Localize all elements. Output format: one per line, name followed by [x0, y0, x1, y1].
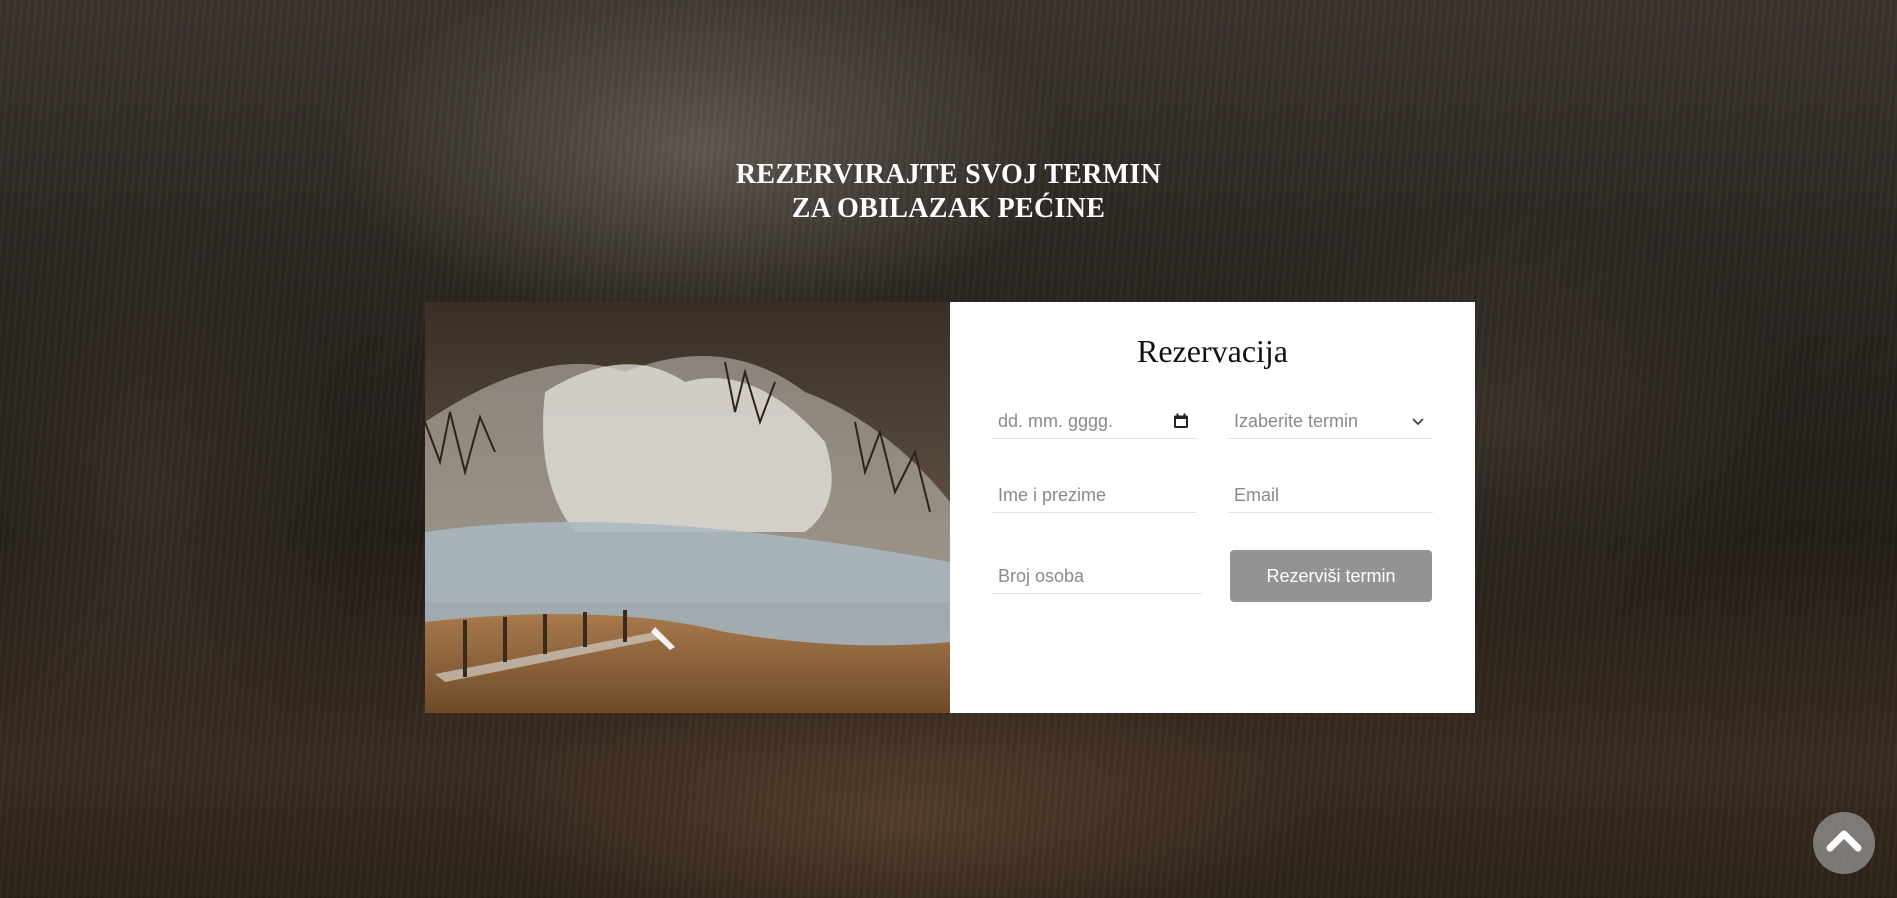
reservation-form: Rezervacija dd. mm. gggg. Izaberite term… [950, 302, 1475, 713]
persons-placeholder: Broj osoba [998, 566, 1085, 586]
name-input[interactable]: Ime i prezime [992, 477, 1197, 513]
page-background: REZERVIRAJTE SVOJ TERMIN ZA OBILAZAK PEĆ… [0, 0, 1897, 898]
reserve-button[interactable]: Rezerviši termin [1230, 550, 1432, 602]
reservation-card: Rezervacija dd. mm. gggg. Izaberite term… [425, 302, 1475, 713]
email-placeholder: Email [1234, 485, 1280, 505]
persons-input[interactable]: Broj osoba [992, 558, 1202, 594]
term-select[interactable]: Izaberite termin [1228, 403, 1433, 439]
chevron-down-icon [1412, 418, 1424, 426]
form-title: Rezervacija [1137, 333, 1288, 369]
term-select-value: Izaberite termin [1234, 411, 1359, 431]
cave-photo [425, 302, 950, 713]
cave-photo-illustration [425, 302, 950, 713]
page-heading: REZERVIRAJTE SVOJ TERMIN ZA OBILAZAK PEĆ… [0, 158, 1897, 226]
date-placeholder: dd. mm. gggg. [998, 411, 1114, 431]
calendar-icon[interactable] [1173, 413, 1189, 429]
chevron-up-icon [1826, 830, 1862, 852]
name-placeholder: Ime i prezime [998, 485, 1107, 505]
heading-line-2: ZA OBILAZAK PEĆINE [791, 193, 1106, 224]
heading-line-1: REZERVIRAJTE SVOJ TERMIN [735, 159, 1162, 190]
scroll-to-top-button[interactable] [1813, 812, 1875, 874]
email-input[interactable]: Email [1228, 477, 1433, 513]
date-input[interactable]: dd. mm. gggg. [992, 403, 1197, 439]
